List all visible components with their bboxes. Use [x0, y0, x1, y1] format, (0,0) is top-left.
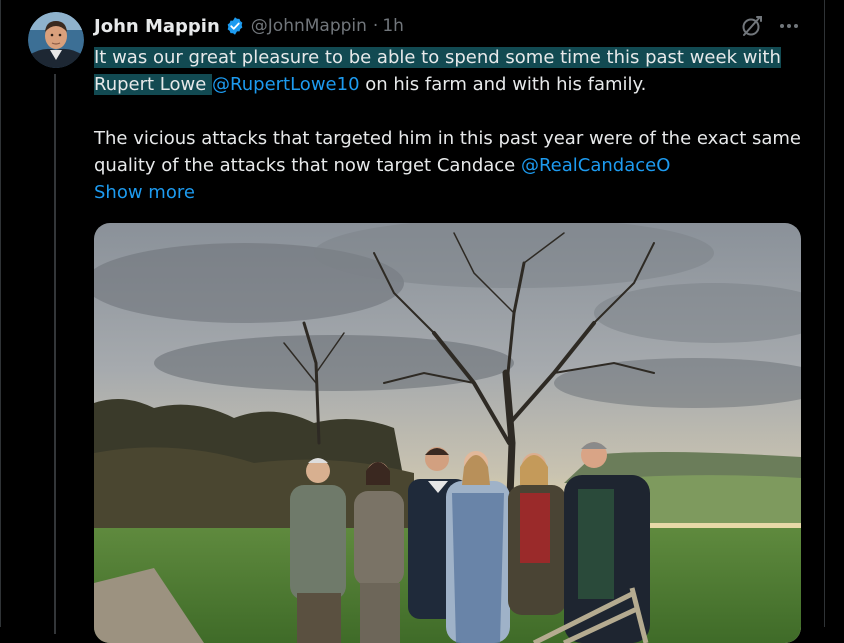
dot-separator: · [372, 16, 379, 36]
show-more-link[interactable]: Show more [94, 179, 195, 206]
more-options-icon[interactable] [776, 14, 802, 38]
timeline-border-left [0, 0, 1, 627]
tweet-photo[interactable] [94, 223, 801, 643]
author-avatar[interactable] [28, 12, 84, 68]
tweet-header: John Mappin @JohnMappin · 1h [94, 14, 404, 38]
highlighted-text-line-2: Rupert Lowe [94, 74, 213, 95]
tweet-timestamp[interactable]: 1h [382, 16, 404, 36]
tweet-text: It was our great pleasure to be able to … [94, 44, 804, 206]
author-name[interactable]: John Mappin [94, 16, 220, 37]
tweet-text-line-2-rest: on his farm and with his family. [359, 74, 647, 95]
thread-line [54, 74, 56, 634]
tweet-paragraph-2: The vicious attacks that targeted him in… [94, 128, 802, 176]
verified-badge-icon [225, 16, 245, 36]
mention-rupertlowe[interactable]: @RupertLowe10 [212, 74, 360, 95]
author-handle[interactable]: @JohnMappin [251, 16, 367, 36]
mention-realcandaceo[interactable]: @RealCandaceO [521, 155, 670, 176]
grok-icon[interactable] [740, 14, 764, 38]
timeline-border-right [824, 0, 825, 627]
highlighted-text-line-1: It was our great pleasure to be able to … [94, 47, 781, 68]
